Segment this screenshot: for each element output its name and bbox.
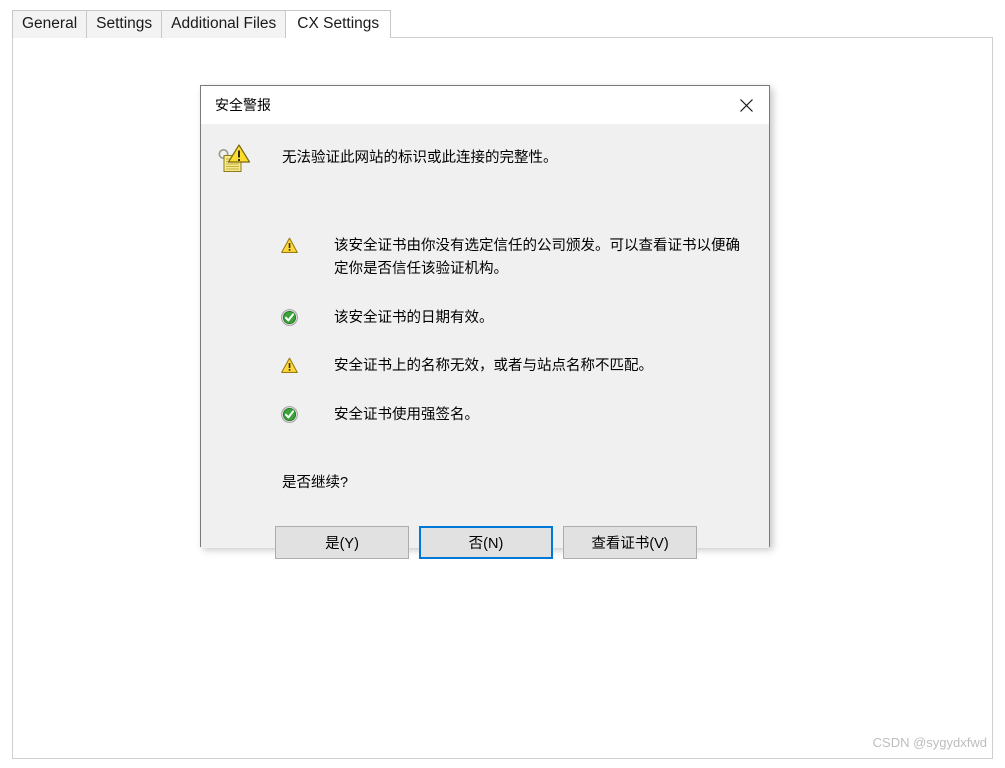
certificate-warning-icon bbox=[215, 141, 251, 177]
certificate-issue-list: 该安全证书由你没有选定信任的公司颁发。可以查看证书以便确定你是否信任该验证机构。… bbox=[281, 235, 756, 452]
list-item: 安全证书使用强签名。 bbox=[281, 404, 756, 427]
continue-question-text: 是否继续? bbox=[282, 475, 349, 491]
view-certificate-button[interactable]: 查看证书(V) bbox=[563, 526, 697, 559]
list-item-text: 安全证书上的名称无效，或者与站点名称不匹配。 bbox=[334, 358, 653, 375]
no-button[interactable]: 否(N) bbox=[419, 526, 553, 559]
dialog-headline-text: 无法验证此网站的标识或此连接的完整性。 bbox=[282, 150, 558, 166]
security-alert-dialog: 安全警报 无法验证此网站的标识或此连接的完整性。 该安全证书由你没有选定信任的公… bbox=[200, 85, 770, 559]
list-item: 安全证书上的名称无效，或者与站点名称不匹配。 bbox=[281, 355, 756, 378]
tab-cx-settings[interactable]: CX Settings bbox=[285, 10, 392, 39]
list-item: 该安全证书的日期有效。 bbox=[281, 307, 756, 330]
dialog-title: 安全警报 bbox=[215, 97, 271, 113]
watermark: CSDN @sygydxfwd bbox=[872, 735, 987, 750]
check-circle-icon bbox=[281, 406, 298, 423]
dialog-titlebar: 安全警报 bbox=[201, 86, 769, 125]
dialog-body: 无法验证此网站的标识或此连接的完整性。 该安全证书由你没有选定信任的公司颁发。可… bbox=[201, 125, 769, 559]
warning-triangle-icon bbox=[281, 237, 298, 254]
tab-additional-files[interactable]: Additional Files bbox=[161, 10, 287, 38]
dialog-headline-row: 无法验证此网站的标识或此连接的完整性。 bbox=[201, 141, 558, 177]
list-item-text: 该安全证书的日期有效。 bbox=[334, 309, 494, 326]
dialog-button-row: 是(Y) 否(N) 查看证书(V) bbox=[275, 526, 697, 559]
tab-strip: General Settings Additional Files CX Set… bbox=[12, 9, 392, 39]
tab-settings-label: Settings bbox=[96, 15, 153, 32]
tab-additional-files-label: Additional Files bbox=[171, 15, 277, 32]
tab-settings[interactable]: Settings bbox=[86, 10, 163, 38]
check-circle-icon bbox=[281, 309, 298, 326]
tab-general[interactable]: General bbox=[12, 10, 88, 38]
list-item-text: 安全证书使用强签名。 bbox=[334, 406, 479, 423]
close-icon[interactable] bbox=[724, 87, 769, 124]
list-item: 该安全证书由你没有选定信任的公司颁发。可以查看证书以便确定你是否信任该验证机构。 bbox=[281, 235, 756, 282]
application-window: General Settings Additional Files CX Set… bbox=[0, 0, 1005, 768]
warning-triangle-icon bbox=[281, 357, 298, 374]
tab-cx-settings-label: CX Settings bbox=[297, 15, 380, 32]
tab-general-label: General bbox=[22, 15, 78, 32]
yes-button[interactable]: 是(Y) bbox=[275, 526, 409, 559]
list-item-text: 该安全证书由你没有选定信任的公司颁发。可以查看证书以便确定你是否信任该验证机构。 bbox=[334, 238, 740, 278]
